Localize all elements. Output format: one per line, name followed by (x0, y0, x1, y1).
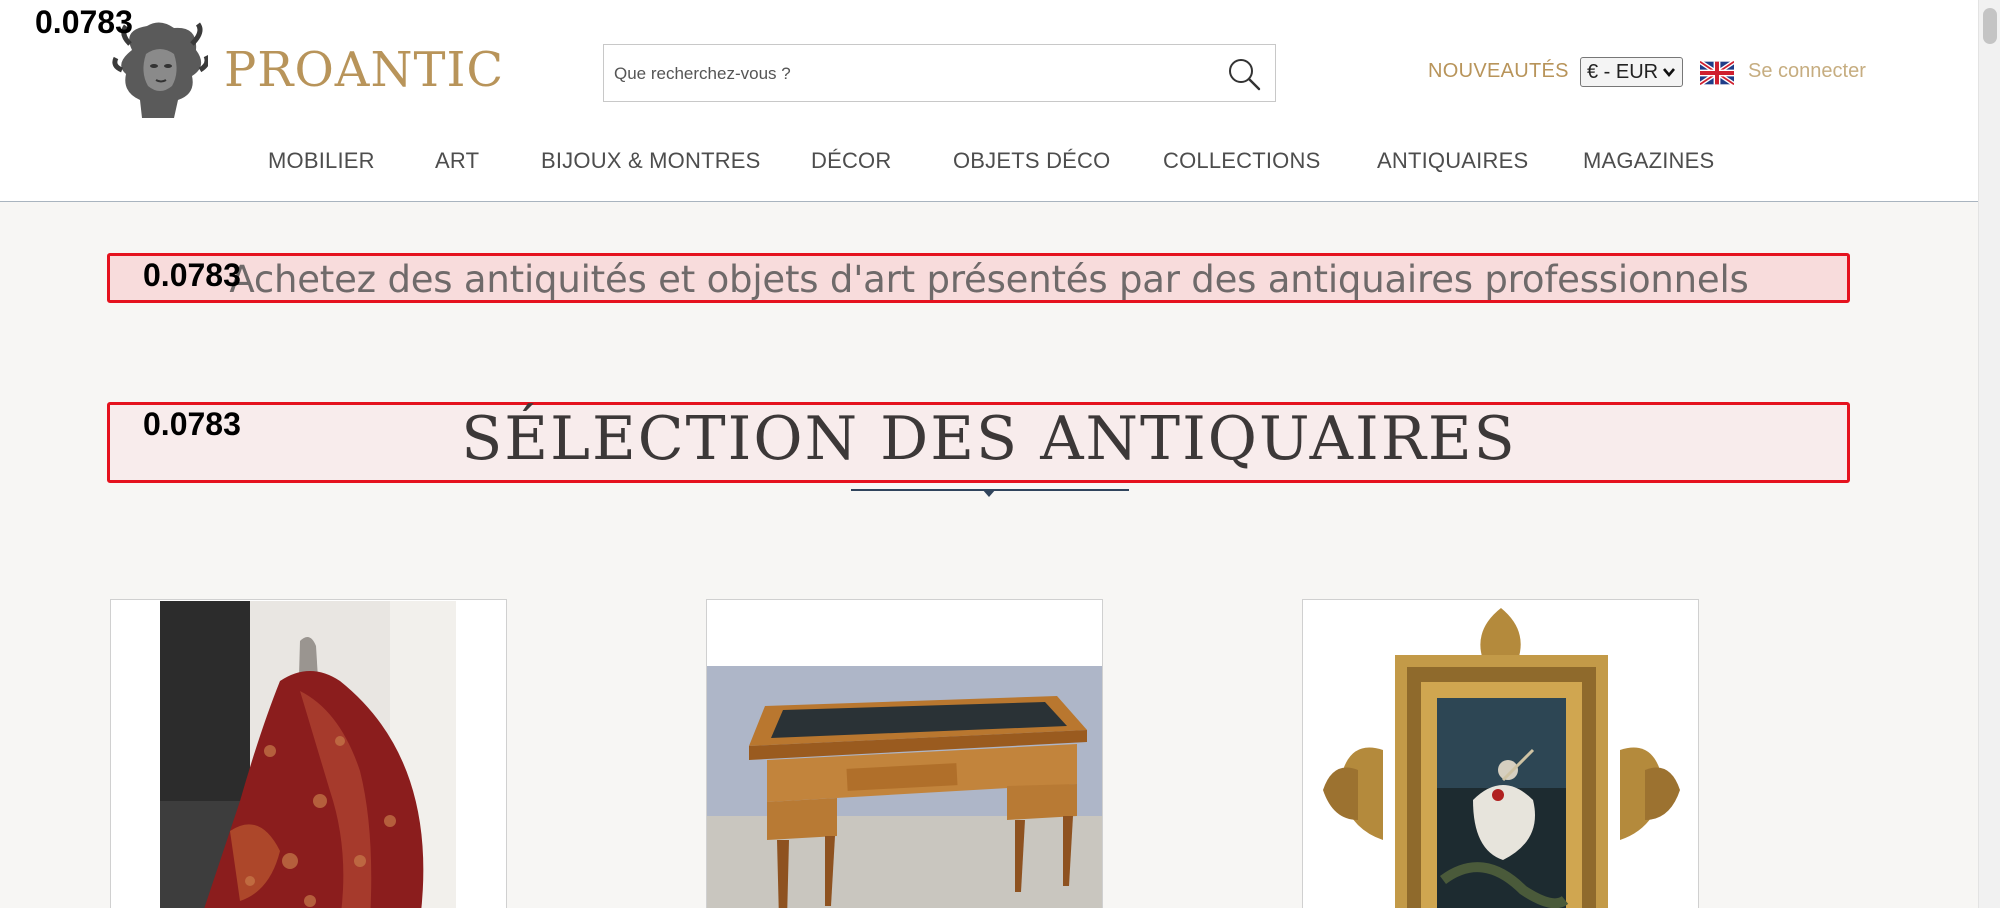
site-header: PROANTIC NOUVEAUTÉS € - EUR Se connecter… (0, 0, 1978, 202)
page-scrollbar[interactable] (1978, 0, 2000, 908)
section-divider-caret (982, 489, 996, 497)
chevron-down-icon (1663, 68, 1675, 78)
nouveautes-link[interactable]: NOUVEAUTÉS (1428, 60, 1569, 83)
scrollbar-thumb[interactable] (1983, 8, 1997, 44)
nav-item-decor[interactable]: DÉCOR (811, 148, 891, 174)
main-nav: MOBILIER ART BIJOUX & MONTRES DÉCOR OBJE… (0, 148, 1978, 178)
currency-value: € - EUR (1587, 61, 1659, 83)
score-label: 0.0783 (35, 4, 133, 40)
uk-flag-icon[interactable] (1700, 61, 1734, 85)
writing-desk-image[interactable] (707, 666, 1103, 908)
tagline-text: Achetez des antiquités et objets d'art p… (229, 258, 1749, 301)
site-logo-text[interactable]: PROANTIC (224, 42, 504, 98)
search-icon[interactable] (1227, 57, 1261, 91)
nav-item-collections[interactable]: COLLECTIONS (1163, 148, 1320, 174)
product-card-paisley-fabric[interactable] (110, 599, 507, 908)
nav-item-objets-deco[interactable]: OBJETS DÉCO (953, 148, 1110, 174)
product-card-writing-desk[interactable] (706, 599, 1103, 908)
nav-item-art[interactable]: ART (435, 148, 479, 174)
paisley-fabric-image[interactable] (160, 601, 456, 908)
score-label: 0.0783 (143, 257, 241, 293)
search-input[interactable] (614, 59, 1194, 89)
login-link[interactable]: Se connecter (1748, 60, 1866, 83)
nav-item-antiquaires[interactable]: ANTIQUAIRES (1377, 148, 1528, 174)
nav-item-bijoux-montres[interactable]: BIJOUX & MONTRES (541, 148, 761, 174)
section-title: SÉLECTION DES ANTIQUAIRES (461, 404, 1517, 474)
nav-item-mobilier[interactable]: MOBILIER (268, 148, 375, 174)
score-label: 0.0783 (143, 406, 241, 442)
currency-select[interactable]: € - EUR (1580, 57, 1683, 87)
search-bar[interactable] (603, 44, 1276, 102)
product-card-gilt-frame-painting[interactable] (1302, 599, 1699, 908)
nav-item-magazines[interactable]: MAGAZINES (1583, 148, 1714, 174)
gilt-frame-painting-image[interactable] (1303, 600, 1699, 908)
